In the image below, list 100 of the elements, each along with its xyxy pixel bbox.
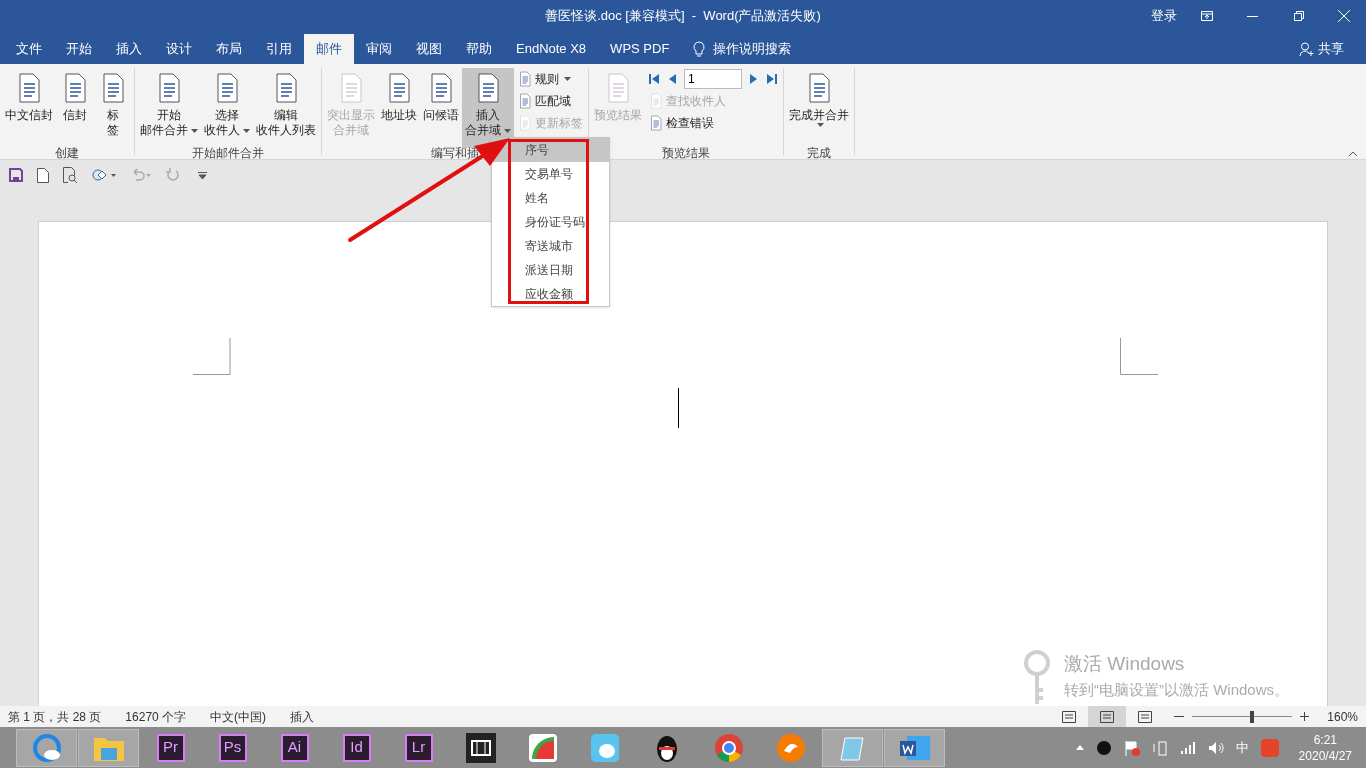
app-tile-icon: Pr bbox=[156, 733, 185, 762]
menu-item[interactable]: 派送日期 bbox=[492, 258, 609, 282]
key-icon bbox=[1024, 650, 1050, 706]
ribbon-tab[interactable]: 引用 bbox=[254, 34, 304, 64]
ribbon-button[interactable]: 检查错误 bbox=[648, 112, 778, 134]
ribbon-tab[interactable]: 文件 bbox=[4, 34, 54, 64]
person-icon bbox=[1299, 41, 1314, 57]
button-label: 突出显示 合并域 bbox=[327, 108, 375, 138]
button-label: 地址块 bbox=[381, 108, 417, 123]
page-view-icon bbox=[1100, 710, 1115, 723]
activation-title: 激活 Windows bbox=[1064, 652, 1186, 676]
ribbon-button[interactable]: 中文信封 bbox=[2, 68, 56, 148]
document-icon bbox=[517, 71, 533, 87]
group-label: 开始邮件合并 bbox=[192, 145, 264, 162]
share-button[interactable]: 共享 bbox=[1299, 34, 1344, 64]
button-label: 预览结果 bbox=[594, 108, 642, 123]
pie-chart-icon bbox=[527, 732, 558, 763]
taskbar-app[interactable]: Ps bbox=[202, 728, 263, 767]
taskbar-app[interactable]: Lr bbox=[388, 728, 449, 767]
app-tile-icon: Ps bbox=[218, 733, 247, 762]
last-record-icon[interactable] bbox=[766, 73, 778, 85]
signal-icon[interactable] bbox=[1179, 740, 1196, 755]
document-icon bbox=[517, 115, 533, 131]
record-field[interactable]: 1 bbox=[684, 69, 742, 89]
film-strip-icon bbox=[465, 732, 496, 763]
ribbon-tab[interactable]: 设计 bbox=[154, 34, 204, 64]
zoom-in-icon[interactable] bbox=[1300, 712, 1310, 721]
lightbulb-icon bbox=[693, 41, 706, 57]
chrome-icon bbox=[713, 732, 744, 763]
activation-message: 转到“电脑设置”以激活 Windows。 bbox=[1064, 679, 1289, 700]
ribbon-button[interactable]: 完成并合并 bbox=[786, 68, 852, 148]
menu-item[interactable]: 寄送城市 bbox=[492, 234, 609, 258]
status-text: 中文(中国) bbox=[210, 708, 267, 726]
ribbon-tab[interactable]: 帮助 bbox=[454, 34, 504, 64]
ribbon-button[interactable]: 开始 邮件合并 bbox=[137, 68, 201, 148]
group-label: 创建 bbox=[55, 145, 79, 162]
document-icon bbox=[648, 93, 664, 109]
new-document-icon[interactable] bbox=[37, 167, 49, 183]
ribbon-button[interactable]: 编辑 收件人列表 bbox=[253, 68, 319, 148]
flag-icon[interactable] bbox=[1123, 739, 1140, 756]
app-tile-icon: Lr bbox=[404, 733, 433, 762]
taskbar-app[interactable]: Ai bbox=[264, 728, 325, 767]
button-label: 问候语 bbox=[423, 108, 459, 123]
margin-corner-mark bbox=[193, 338, 231, 375]
button-label: 完成并合并 bbox=[789, 108, 849, 127]
sign-in-button[interactable]: 登录 bbox=[1143, 6, 1185, 26]
button-label: 选择 收件人 bbox=[204, 108, 250, 138]
button-label: 信封 bbox=[63, 108, 87, 123]
status-text: 16270 个字 bbox=[125, 708, 187, 726]
show-hidden-icons[interactable] bbox=[1075, 745, 1084, 750]
print-preview-icon[interactable] bbox=[63, 167, 78, 183]
page-view-icon bbox=[1138, 710, 1153, 723]
taskbar-app[interactable]: Pr bbox=[140, 728, 201, 767]
cloud-browser-icon bbox=[31, 732, 62, 763]
app-tile-icon: Ai bbox=[280, 733, 309, 762]
ribbon-button[interactable]: 信封 bbox=[56, 68, 94, 148]
ribbon-button[interactable]: 地址块 bbox=[378, 68, 420, 148]
button-label: 中文信封 bbox=[5, 108, 53, 123]
ribbon-tab[interactable]: 插入 bbox=[104, 34, 154, 64]
zoom-level[interactable]: 160% bbox=[1327, 707, 1358, 726]
close-icon[interactable] bbox=[1338, 10, 1350, 22]
page-view-icon bbox=[1062, 710, 1077, 723]
ribbon-tab[interactable]: 视图 bbox=[404, 34, 454, 64]
menu-item[interactable]: 交易单号 bbox=[492, 162, 609, 186]
app-tile-icon: Id bbox=[342, 733, 371, 762]
button-label: 编辑 收件人列表 bbox=[256, 108, 316, 138]
ribbon-tab[interactable]: 开始 bbox=[54, 34, 104, 64]
customize-toolbar-icon[interactable] bbox=[198, 171, 207, 179]
first-record-icon[interactable] bbox=[648, 73, 660, 85]
shapes-icon[interactable] bbox=[92, 168, 116, 182]
minimize-icon[interactable] bbox=[1247, 15, 1258, 17]
tell-me-search[interactable]: 操作说明搜索 bbox=[713, 39, 792, 59]
ribbon-tab[interactable]: EndNote X8 bbox=[504, 34, 599, 64]
group-label: 完成 bbox=[807, 145, 831, 162]
ribbon-tab[interactable]: WPS PDF bbox=[598, 34, 682, 64]
ribbon-tab[interactable]: 邮件 bbox=[304, 34, 354, 64]
collapse-ribbon-icon[interactable] bbox=[1348, 151, 1358, 157]
restore-icon[interactable] bbox=[1294, 11, 1304, 21]
volume-icon[interactable] bbox=[1207, 740, 1224, 755]
ribbon-button[interactable]: 规则 bbox=[517, 68, 583, 90]
margin-corner-mark bbox=[1120, 338, 1158, 375]
menu-item[interactable]: 姓名 bbox=[492, 186, 609, 210]
view-mode-button[interactable] bbox=[1088, 706, 1127, 727]
button-label: 插入 合并域 bbox=[465, 108, 511, 138]
status-text: 插入 bbox=[290, 708, 315, 726]
ribbon-button[interactable]: 插入 合并域 bbox=[462, 68, 514, 148]
word-icon bbox=[898, 733, 931, 762]
ribbon-display-icon[interactable] bbox=[1201, 11, 1213, 21]
ribbon-button[interactable]: 选择 收件人 bbox=[201, 68, 253, 148]
ribbon-tab[interactable]: 布局 bbox=[204, 34, 254, 64]
ribbon-button[interactable]: 问候语 bbox=[420, 68, 462, 148]
taskbar-app[interactable]: Id bbox=[326, 728, 387, 767]
zoom-slider-thumb[interactable] bbox=[1249, 710, 1254, 723]
menu-item[interactable]: 应收金额 bbox=[492, 282, 609, 306]
button-label: 开始 邮件合并 bbox=[140, 108, 198, 138]
save-icon[interactable] bbox=[9, 168, 23, 182]
ribbon-tab[interactable]: 审阅 bbox=[354, 34, 404, 64]
ribbon-button[interactable]: 匹配域 bbox=[517, 90, 583, 112]
zoom-slider[interactable] bbox=[1192, 710, 1293, 723]
ribbon-button[interactable]: 标 签 bbox=[94, 68, 132, 148]
